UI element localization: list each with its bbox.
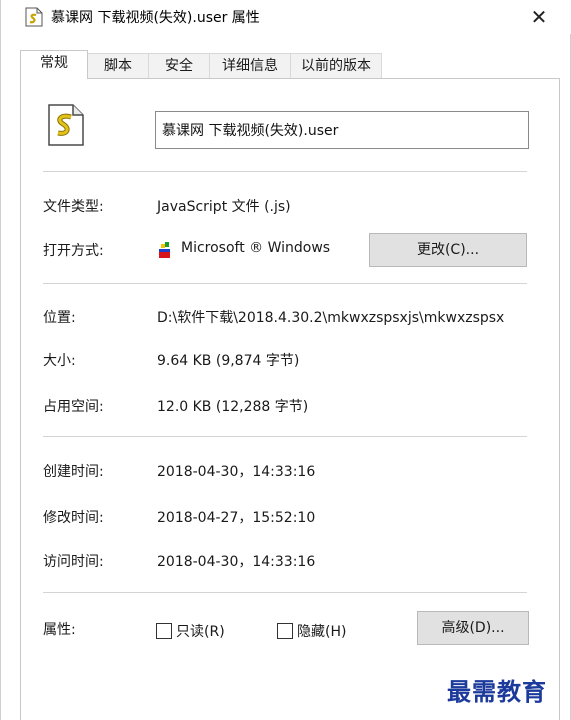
accessed-label: 访问时间: <box>43 554 104 570</box>
close-button[interactable]: ✕ <box>521 2 557 32</box>
advanced-button[interactable]: 高级(D)... <box>417 611 529 645</box>
file-type-value: JavaScript 文件 (.js) <box>157 199 291 215</box>
opens-with-label: 打开方式: <box>43 243 104 259</box>
readonly-checkbox[interactable]: 只读(R) <box>156 622 225 640</box>
tab-general[interactable]: 常规 <box>20 50 88 79</box>
tab-previous-versions[interactable]: 以前的版本 <box>290 53 382 79</box>
change-button[interactable]: 更改(C)... <box>369 233 527 267</box>
checkbox-box[interactable] <box>277 623 293 639</box>
location-value: D:\软件下载\2018.4.30.2\mkwxzspsxjs\mkwxzsps… <box>157 310 505 326</box>
attributes-label: 属性: <box>43 622 76 638</box>
created-value: 2018-04-30，14:33:16 <box>157 464 316 480</box>
close-icon: ✕ <box>530 5 548 29</box>
size-label: 大小: <box>43 353 76 369</box>
divider <box>43 436 527 437</box>
divider <box>43 592 527 593</box>
hidden-checkbox[interactable]: 隐藏(H) <box>277 622 346 640</box>
size-on-disk-label: 占用空间: <box>43 399 104 415</box>
tab-security[interactable]: 安全 <box>148 53 210 79</box>
checkbox-box[interactable] <box>156 623 172 639</box>
created-label: 创建时间: <box>43 464 104 480</box>
window-title: 慕课网 下载视频(失效).user 属性 <box>51 10 260 26</box>
windows-script-host-icon <box>159 242 170 258</box>
accessed-value: 2018-04-30，14:33:16 <box>157 554 316 570</box>
javascript-file-icon <box>48 104 84 146</box>
modified-label: 修改时间: <box>43 510 104 526</box>
size-on-disk-value: 12.0 KB (12,288 字节) <box>157 399 309 415</box>
script-file-icon <box>25 7 43 27</box>
tab-details[interactable]: 详细信息 <box>209 53 291 79</box>
title-bar: 慕课网 下载视频(失效).user 属性 ✕ <box>1 0 571 34</box>
file-type-label: 文件类型: <box>43 199 104 215</box>
location-label: 位置: <box>43 310 76 326</box>
divider <box>43 283 527 284</box>
modified-value: 2018-04-27，15:52:10 <box>157 510 316 526</box>
readonly-label: 只读(R) <box>176 624 225 640</box>
watermark-text: 最需教育 <box>447 677 547 706</box>
hidden-label: 隐藏(H) <box>297 624 347 640</box>
divider <box>43 171 527 172</box>
opens-with-value: Microsoft ® Windows <box>181 240 331 256</box>
tab-script[interactable]: 脚本 <box>87 53 149 79</box>
filename-field[interactable] <box>155 111 529 149</box>
properties-dialog: 慕课网 下载视频(失效).user 属性 ✕ 常规 脚本 安全 详细信息 以前的… <box>0 0 571 720</box>
size-value: 9.64 KB (9,874 字节) <box>157 353 300 369</box>
